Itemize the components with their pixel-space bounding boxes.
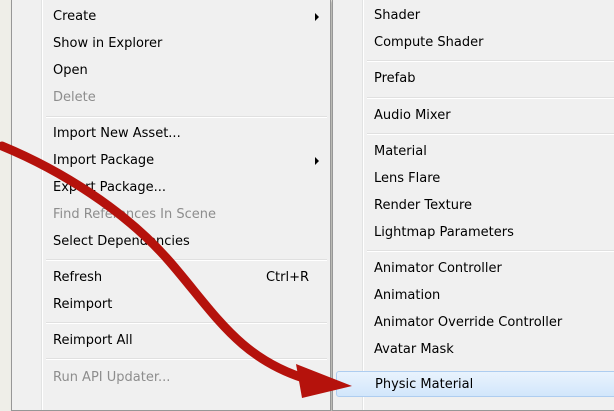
submenu-item-lens-flare[interactable]: Lens Flare xyxy=(336,166,614,192)
submenu-item-material[interactable]: Material xyxy=(336,139,614,165)
menu-item-label: Import New Asset... xyxy=(53,126,181,141)
submenu-item-avatar-mask[interactable]: Avatar Mask xyxy=(336,337,614,363)
submenu-item-physic-material[interactable]: Physic Material xyxy=(336,371,614,397)
menu-separator xyxy=(367,250,614,252)
submenu-arrow-icon xyxy=(315,157,319,165)
submenu-item-lightmap-parameters[interactable]: Lightmap Parameters xyxy=(336,220,614,246)
menu-item-label: Shader xyxy=(374,8,421,23)
menu-item-create[interactable]: Create xyxy=(15,4,327,30)
menu-item-label: Reimport All xyxy=(53,333,133,348)
shortcut-label: Ctrl+R xyxy=(265,270,309,285)
menu-separator xyxy=(46,116,327,118)
menu-item-show-in-explorer[interactable]: Show in Explorer xyxy=(15,31,327,57)
menu-item-label: Delete xyxy=(53,90,96,105)
menu-item-find-references[interactable]: Find References In Scene xyxy=(15,202,327,228)
submenu-item-animation[interactable]: Animation xyxy=(336,283,614,309)
menu-item-label: Animator Override Controller xyxy=(374,315,563,330)
menu-item-label: Find References In Scene xyxy=(53,207,216,222)
menu-item-label: Compute Shader xyxy=(374,35,484,50)
menu-item-label: Show in Explorer xyxy=(53,36,163,51)
menu-item-label: Render Texture xyxy=(374,198,473,213)
menu-item-label: Run API Updater... xyxy=(53,370,171,385)
menu-item-label: Animator Controller xyxy=(374,261,502,276)
menu-item-label: Open xyxy=(53,63,88,78)
menu-item-import-package[interactable]: Import Package xyxy=(15,148,327,174)
menu-item-label: Prefab xyxy=(374,71,416,86)
submenu-item-animator-override-controller[interactable]: Animator Override Controller xyxy=(336,310,614,336)
menu-item-label: Select Dependencies xyxy=(53,234,190,249)
create-submenu: Shader Compute Shader Prefab Audio Mixer… xyxy=(332,0,614,411)
menu-item-refresh[interactable]: Refresh Ctrl+R xyxy=(15,265,327,291)
menu-item-label: Avatar Mask xyxy=(374,342,454,357)
menu-item-open[interactable]: Open xyxy=(15,58,327,84)
context-menu: Create Show in Explorer Open Delete Impo… xyxy=(11,0,331,411)
menu-item-label: Lightmap Parameters xyxy=(374,225,514,240)
menu-item-label: Export Package... xyxy=(53,180,166,195)
submenu-item-shader[interactable]: Shader xyxy=(336,3,614,29)
menu-item-run-api-updater[interactable]: Run API Updater... xyxy=(15,365,327,391)
menu-item-label: Import Package xyxy=(53,153,155,168)
menu-item-export-package[interactable]: Export Package... xyxy=(15,175,327,201)
menu-separator xyxy=(367,97,614,99)
menu-item-reimport-all[interactable]: Reimport All xyxy=(15,328,327,354)
menu-item-label: Material xyxy=(374,144,427,159)
menu-item-delete[interactable]: Delete xyxy=(15,85,327,111)
submenu-item-compute-shader[interactable]: Compute Shader xyxy=(336,30,614,56)
menu-item-label: Refresh xyxy=(53,270,103,285)
menu-item-label: Physic Material xyxy=(375,377,474,392)
menu-separator xyxy=(367,60,614,62)
menu-item-reimport[interactable]: Reimport xyxy=(15,292,327,318)
submenu-arrow-icon xyxy=(315,13,319,21)
menu-item-label: Reimport xyxy=(53,297,113,312)
menu-item-select-dependencies[interactable]: Select Dependencies xyxy=(15,229,327,255)
submenu-item-render-texture[interactable]: Render Texture xyxy=(336,193,614,219)
submenu-item-audio-mixer[interactable]: Audio Mixer xyxy=(336,103,614,129)
menu-item-label: Animation xyxy=(374,288,441,303)
menu-separator xyxy=(46,322,327,324)
menu-separator xyxy=(367,133,614,135)
menu-item-label: Create xyxy=(53,9,97,24)
submenu-item-animator-controller[interactable]: Animator Controller xyxy=(336,256,614,282)
menu-separator xyxy=(46,358,327,360)
submenu-item-prefab[interactable]: Prefab xyxy=(336,66,614,92)
menu-item-label: Lens Flare xyxy=(374,171,441,186)
menu-item-import-new-asset[interactable]: Import New Asset... xyxy=(15,121,327,147)
menu-separator xyxy=(46,259,327,261)
menu-item-label: Audio Mixer xyxy=(374,108,451,123)
